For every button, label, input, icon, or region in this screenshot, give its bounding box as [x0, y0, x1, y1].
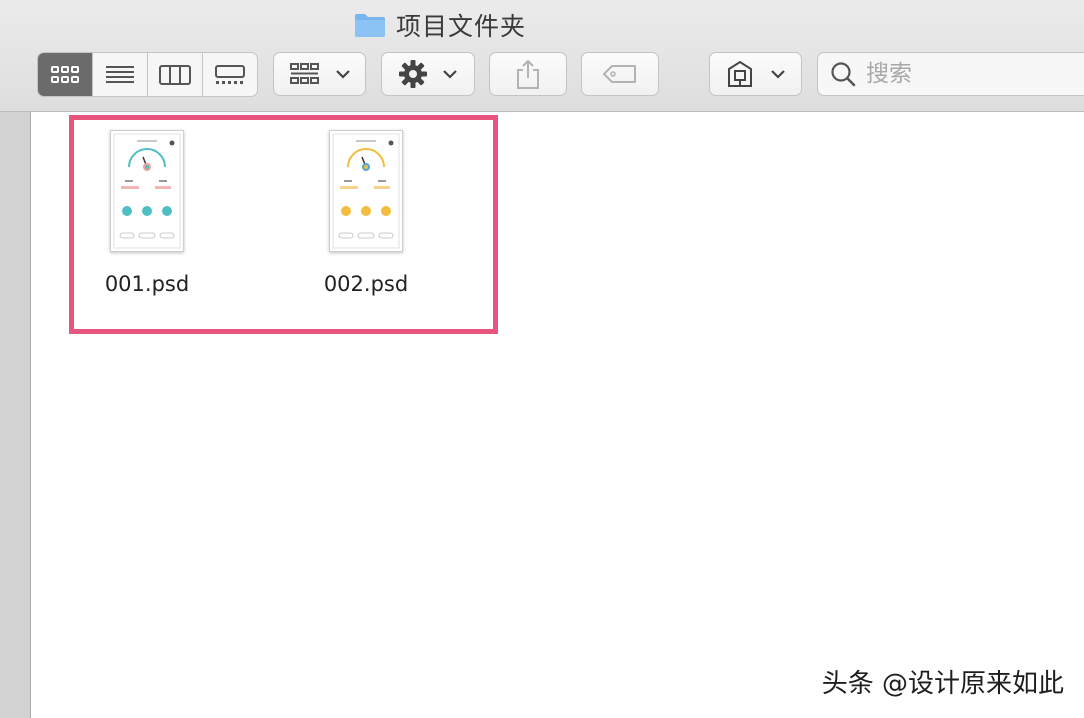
finder-toolbar: 项目文件夹 [0, 0, 1084, 112]
watermark-text: 头条 @设计原来如此 [821, 669, 1064, 699]
sync-menu-button[interactable] [709, 52, 802, 96]
share-button[interactable] [489, 52, 567, 96]
share-icon [517, 59, 539, 89]
gallery-view-icon [215, 64, 245, 84]
tag-icon [603, 65, 636, 83]
column-view-icon [159, 64, 191, 85]
chevron-down-icon [770, 70, 785, 79]
view-mode-control [37, 52, 258, 97]
dropbox-icon [727, 60, 752, 87]
chevron-down-icon [335, 70, 350, 79]
selection-highlight-box [69, 115, 498, 334]
column-view-button[interactable] [148, 53, 203, 96]
group-by-button[interactable] [273, 52, 366, 96]
list-view-button[interactable] [93, 53, 148, 96]
window-title: 项目文件夹 [354, 8, 526, 42]
group-grid-icon [289, 63, 319, 84]
gear-icon [399, 60, 427, 88]
chevron-down-icon [443, 70, 457, 79]
action-menu-button[interactable] [381, 52, 475, 96]
list-view-icon [106, 65, 134, 83]
search-field[interactable] [817, 52, 1084, 96]
search-icon [831, 62, 856, 87]
icon-view-button[interactable] [38, 53, 93, 96]
icon-view-icon [51, 65, 79, 83]
tag-button[interactable] [581, 52, 659, 96]
sidebar-edge [0, 112, 31, 718]
gallery-view-button[interactable] [203, 53, 257, 96]
folder-icon [355, 14, 385, 37]
search-input[interactable] [864, 60, 1068, 88]
window-title-text: 项目文件夹 [396, 12, 527, 41]
